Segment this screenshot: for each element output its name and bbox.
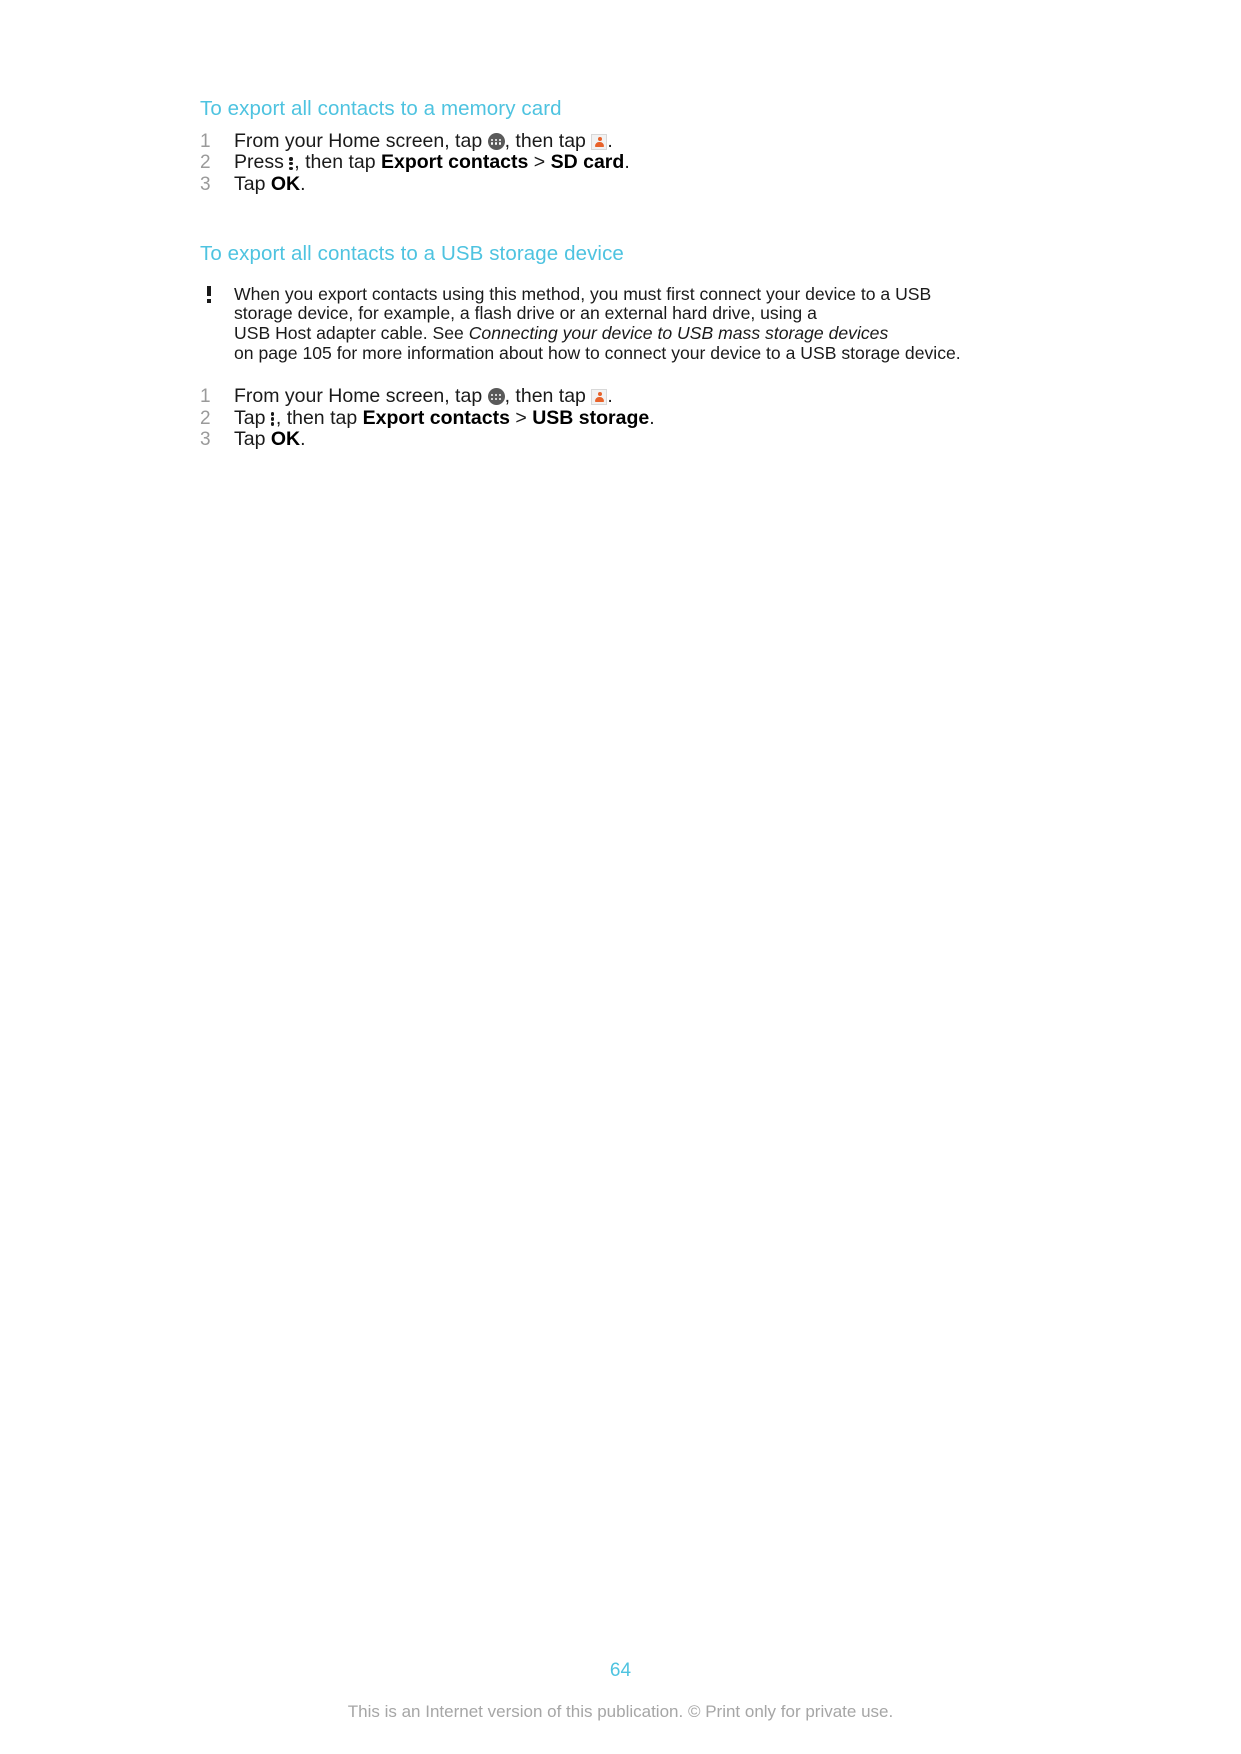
emphasis-text: USB storage [532,406,650,429]
section-export-memory-card: To export all contacts to a memory card … [200,96,1060,196]
page-content: To export all contacts to a memory card … [200,96,1060,451]
note-line: USB Host adapter cable. See Connecting y… [234,323,889,344]
cross-reference-text: Connecting your device to USB mass stora… [468,323,889,344]
warning-note-text: When you export contacts using this meth… [234,283,974,364]
step-item: 1 From your Home screen, tap , then tap . [200,129,1060,153]
overflow-menu-icon [289,155,294,171]
document-page: To export all contacts to a memory card … [0,0,1241,1754]
emphasis-text: OK [270,173,301,196]
contacts-icon [591,388,608,405]
steps-list: 1 From your Home screen, tap , then tap .… [200,129,1060,196]
step-text: From your Home screen, tap , then tap . [234,129,613,152]
step-number: 3 [200,429,211,451]
note-line: on page 105 for more information about h… [234,343,961,364]
step-text: From your Home screen, tap , then tap . [234,384,613,407]
step-number: 2 [200,407,211,429]
emphasis-text: Export contacts [381,151,529,174]
step-text: Tap OK. [234,428,306,451]
steps-list: 1 From your Home screen, tap , then tap .… [200,384,1060,451]
section-heading: To export all contacts to a USB storage … [200,242,624,266]
note-line: When you export contacts using this meth… [234,283,932,304]
step-number: 2 [200,152,211,174]
step-number: 1 [200,385,211,407]
overflow-menu-icon [270,411,276,427]
app-drawer-icon [487,387,505,405]
step-item: 1 From your Home screen, tap , then tap . [200,384,1060,408]
warning-exclamation-icon [203,285,217,305]
step-text: Tap , then tap Export contacts > USB sto… [234,406,655,429]
emphasis-text: SD card [550,151,625,174]
step-number: 1 [200,130,211,152]
emphasis-text: OK [270,428,301,451]
step-item: 3 Tap OK. [200,429,1060,451]
step-text: Press , then tap Export contacts > SD ca… [234,151,630,174]
section-export-usb-storage: To export all contacts to a USB storage … [200,241,1060,451]
app-drawer-icon [487,132,505,150]
contacts-icon [591,133,608,150]
note-line: storage device, for example, a flash dri… [234,303,817,324]
step-item: 2 Tap , then tap Export contacts > USB st… [200,406,1060,430]
step-item: 3 Tap OK. [200,173,1060,196]
section-heading: To export all contacts to a memory card [200,97,562,120]
step-item: 2 Press , then tap Export contacts > SD c… [200,152,1060,174]
footer-disclaimer: This is an Internet version of this publ… [347,1702,894,1721]
warning-note: When you export contacts using this meth… [200,283,974,364]
step-text: Tap OK. [234,173,306,196]
emphasis-text: Export contacts [362,406,510,429]
page-number: 64 [609,1660,632,1681]
step-number: 3 [200,174,211,196]
